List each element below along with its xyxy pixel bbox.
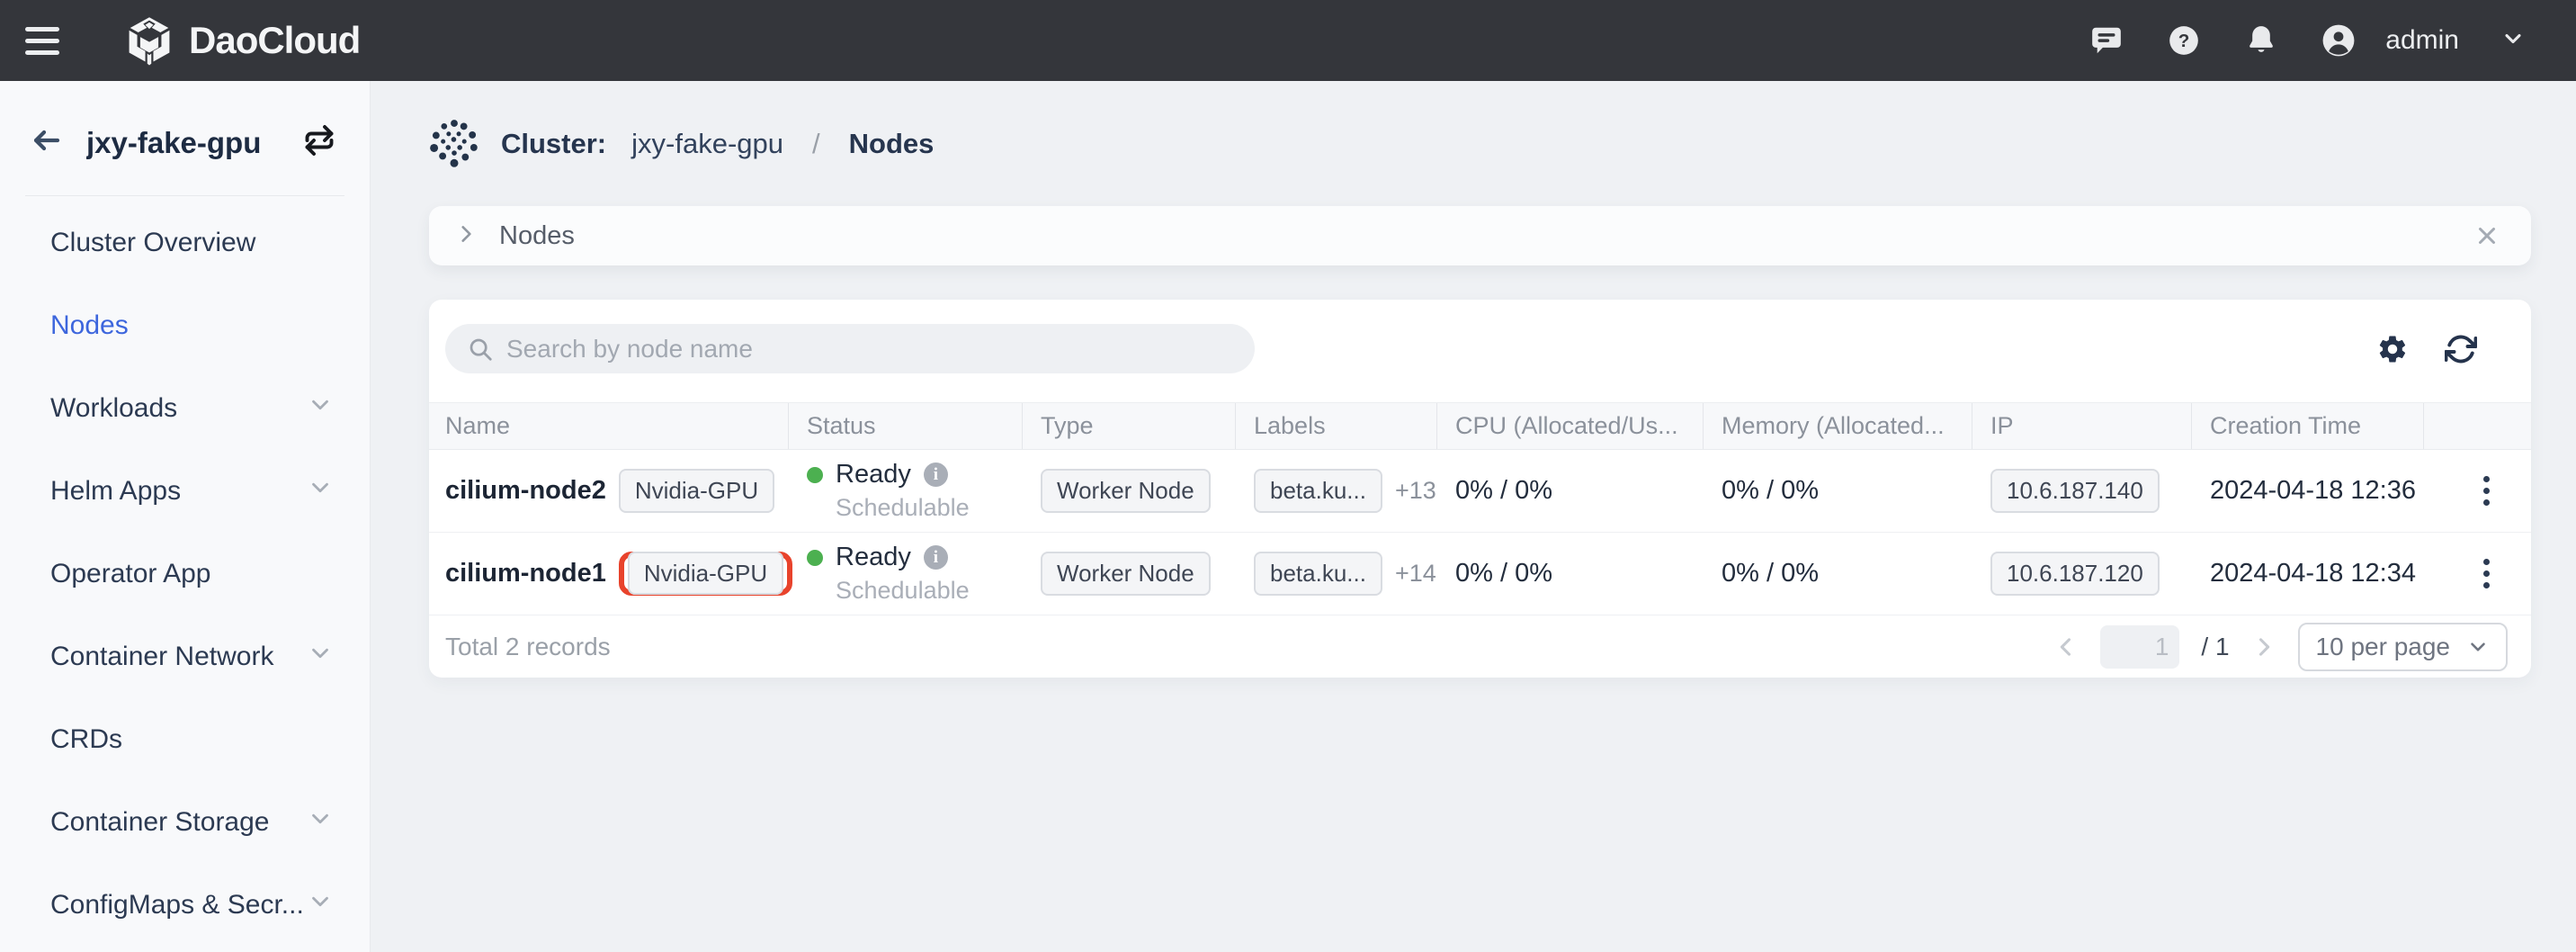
search-box[interactable] — [445, 324, 1255, 373]
sidebar-divider — [25, 195, 344, 196]
user-avatar[interactable] — [2321, 22, 2357, 58]
table-settings-gear-icon[interactable] — [2376, 333, 2409, 365]
chevron-down-icon — [307, 474, 334, 508]
status-text: Ready — [836, 543, 911, 572]
schedulable-label: Schedulable — [836, 494, 970, 522]
creation-time: 2024-04-18 12:34 — [2210, 559, 2416, 588]
sidebar-item-crds[interactable]: CRDs — [0, 698, 370, 781]
sidebar-item-nodes[interactable]: Nodes — [0, 284, 370, 367]
total-records-label: Total 2 records — [445, 633, 611, 661]
status-ready-dot — [807, 550, 823, 566]
username-label[interactable]: admin — [2385, 25, 2459, 56]
labels-more-count[interactable]: +14 — [1395, 560, 1436, 588]
sidebar: jxy-fake-gpu Cluster Overview Nodes Work… — [0, 81, 371, 952]
column-header-ip[interactable]: IP — [1972, 403, 2192, 449]
search-input[interactable] — [506, 335, 1240, 364]
cpu-value: 0% / 0% — [1455, 476, 1552, 506]
daocloud-cube-icon — [124, 15, 174, 66]
chevron-down-icon — [307, 888, 334, 922]
pagination: / 1 10 per page — [2053, 623, 2508, 671]
sidebar-item-configmaps-secrets[interactable]: ConfigMaps & Secr... — [0, 864, 370, 947]
sidebar-item-workloads[interactable]: Workloads — [0, 367, 370, 450]
page-size-select[interactable]: 10 per page — [2298, 623, 2508, 671]
breadcrumb-cluster[interactable]: jxy-fake-gpu — [631, 128, 783, 160]
red-highlight-annotation: Nvidia-GPU — [619, 552, 792, 596]
info-icon[interactable]: i — [924, 463, 948, 487]
cpu-value: 0% / 0% — [1455, 559, 1552, 588]
sidebar-item-container-storage[interactable]: Container Storage — [0, 781, 370, 864]
daocloud-logo: DaoCloud — [124, 15, 360, 66]
nodes-collapse-bar[interactable]: Nodes — [429, 206, 2531, 265]
table-row: cilium-node1 Nvidia-GPU Ready i Schedula… — [429, 533, 2531, 615]
topbar: DaoCloud ? admin — [0, 0, 2576, 81]
cluster-name: jxy-fake-gpu — [86, 126, 280, 160]
row-actions-kebab-icon[interactable] — [2478, 553, 2495, 594]
table-row: cilium-node2 Nvidia-GPU Ready i Schedula… — [429, 450, 2531, 533]
labels-more-count[interactable]: +13 — [1395, 477, 1436, 505]
feedback-icon[interactable] — [2089, 22, 2124, 58]
label-chip[interactable]: beta.ku... — [1254, 469, 1382, 513]
switch-cluster-icon[interactable] — [303, 124, 335, 161]
gpu-tag-chip: Nvidia-GPU — [619, 469, 774, 513]
memory-value: 0% / 0% — [1722, 476, 1819, 506]
chevron-down-icon — [307, 640, 334, 674]
node-name-link[interactable]: cilium-node2 — [445, 476, 606, 506]
cluster-dots-icon — [429, 119, 479, 169]
column-header-labels[interactable]: Labels — [1236, 403, 1437, 449]
row-actions-kebab-icon[interactable] — [2478, 471, 2495, 511]
previous-page-chevron-icon[interactable] — [2053, 634, 2079, 660]
sidebar-item-container-network[interactable]: Container Network — [0, 615, 370, 698]
chevron-down-icon — [2466, 635, 2490, 659]
status-text: Ready — [836, 460, 911, 489]
sidebar-item-operator-app[interactable]: Operator App — [0, 533, 370, 615]
ip-chip[interactable]: 10.6.187.120 — [1990, 552, 2160, 596]
column-header-name[interactable]: Name — [429, 403, 789, 449]
schedulable-label: Schedulable — [836, 577, 970, 605]
breadcrumb-current: Nodes — [849, 128, 935, 160]
chevron-down-icon — [307, 391, 334, 426]
column-header-memory[interactable]: Memory (Allocated... — [1704, 403, 1972, 449]
refresh-icon[interactable] — [2445, 333, 2477, 365]
back-arrow-icon[interactable] — [31, 124, 63, 161]
column-header-type[interactable]: Type — [1023, 403, 1236, 449]
menu-toggle-icon[interactable] — [25, 19, 68, 62]
user-menu-chevron-down-icon[interactable] — [2500, 26, 2526, 56]
label-chip[interactable]: beta.ku... — [1254, 552, 1382, 596]
info-icon[interactable]: i — [924, 545, 948, 570]
help-icon[interactable]: ? — [2166, 22, 2202, 58]
memory-value: 0% / 0% — [1722, 559, 1819, 588]
column-header-status[interactable]: Status — [789, 403, 1023, 449]
breadcrumb: Cluster: jxy-fake-gpu / Nodes — [371, 81, 2576, 206]
chevron-right-icon[interactable] — [454, 222, 478, 250]
nodes-table-card: Name Status Type Labels CPU (Allocated/U… — [429, 300, 2531, 678]
svg-text:?: ? — [2178, 31, 2190, 51]
panel-title: Nodes — [499, 221, 575, 251]
node-name-link[interactable]: cilium-node1 — [445, 559, 606, 588]
sidebar-menu: Cluster Overview Nodes Workloads Helm Ap… — [0, 202, 370, 947]
status-ready-dot — [807, 467, 823, 483]
node-type-chip: Worker Node — [1041, 552, 1211, 596]
gpu-tag-chip: Nvidia-GPU — [628, 552, 783, 595]
search-icon — [467, 336, 494, 363]
chevron-down-icon — [307, 805, 334, 840]
page-number-input[interactable] — [2100, 625, 2179, 669]
node-type-chip: Worker Node — [1041, 469, 1211, 513]
breadcrumb-separator: / — [812, 128, 820, 160]
app-title: DaoCloud — [189, 19, 360, 62]
column-header-creation-time[interactable]: Creation Time — [2192, 403, 2424, 449]
next-page-chevron-icon[interactable] — [2251, 634, 2276, 660]
creation-time: 2024-04-18 12:36 — [2210, 476, 2416, 506]
close-icon[interactable] — [2473, 222, 2500, 249]
table-header: Name Status Type Labels CPU (Allocated/U… — [429, 402, 2531, 450]
breadcrumb-prefix: Cluster: — [501, 128, 606, 160]
page-total-label: / 1 — [2201, 633, 2229, 661]
sidebar-item-helm-apps[interactable]: Helm Apps — [0, 450, 370, 533]
column-header-cpu[interactable]: CPU (Allocated/Us... — [1437, 403, 1704, 449]
sidebar-item-cluster-overview[interactable]: Cluster Overview — [0, 202, 370, 284]
notifications-bell-icon[interactable] — [2243, 22, 2279, 58]
ip-chip[interactable]: 10.6.187.140 — [1990, 469, 2160, 513]
column-header-actions — [2424, 403, 2531, 449]
